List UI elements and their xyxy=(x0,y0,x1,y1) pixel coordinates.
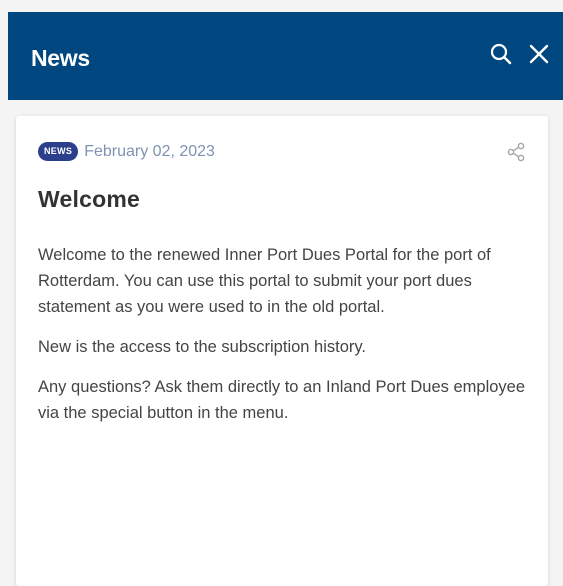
news-header: News xyxy=(8,12,563,100)
news-card: NEWS February 02, 2023 Welcome Welcome t… xyxy=(16,116,548,586)
news-body: Welcome to the renewed Inner Port Dues P… xyxy=(38,242,528,440)
news-panel: News NEWS February 02, 2023 Welcome Welc… xyxy=(8,12,563,586)
news-meta: NEWS February 02, 2023 xyxy=(38,142,215,161)
news-paragraph: New is the access to the subscription hi… xyxy=(38,338,367,356)
page-title: News xyxy=(31,45,90,71)
news-paragraph: Welcome to the renewed Inner Port Dues P… xyxy=(38,246,491,316)
search-button[interactable] xyxy=(487,39,515,69)
share-button[interactable] xyxy=(506,142,526,162)
header-actions xyxy=(487,39,553,69)
news-title: Welcome xyxy=(38,186,140,212)
close-icon xyxy=(529,44,549,64)
close-button[interactable] xyxy=(525,39,553,69)
share-icon xyxy=(507,142,525,162)
news-date: February 02, 2023 xyxy=(84,142,215,160)
search-icon xyxy=(490,43,512,65)
news-badge: NEWS xyxy=(38,142,79,161)
news-paragraph: Any questions? Ask them directly to an I… xyxy=(38,378,526,422)
